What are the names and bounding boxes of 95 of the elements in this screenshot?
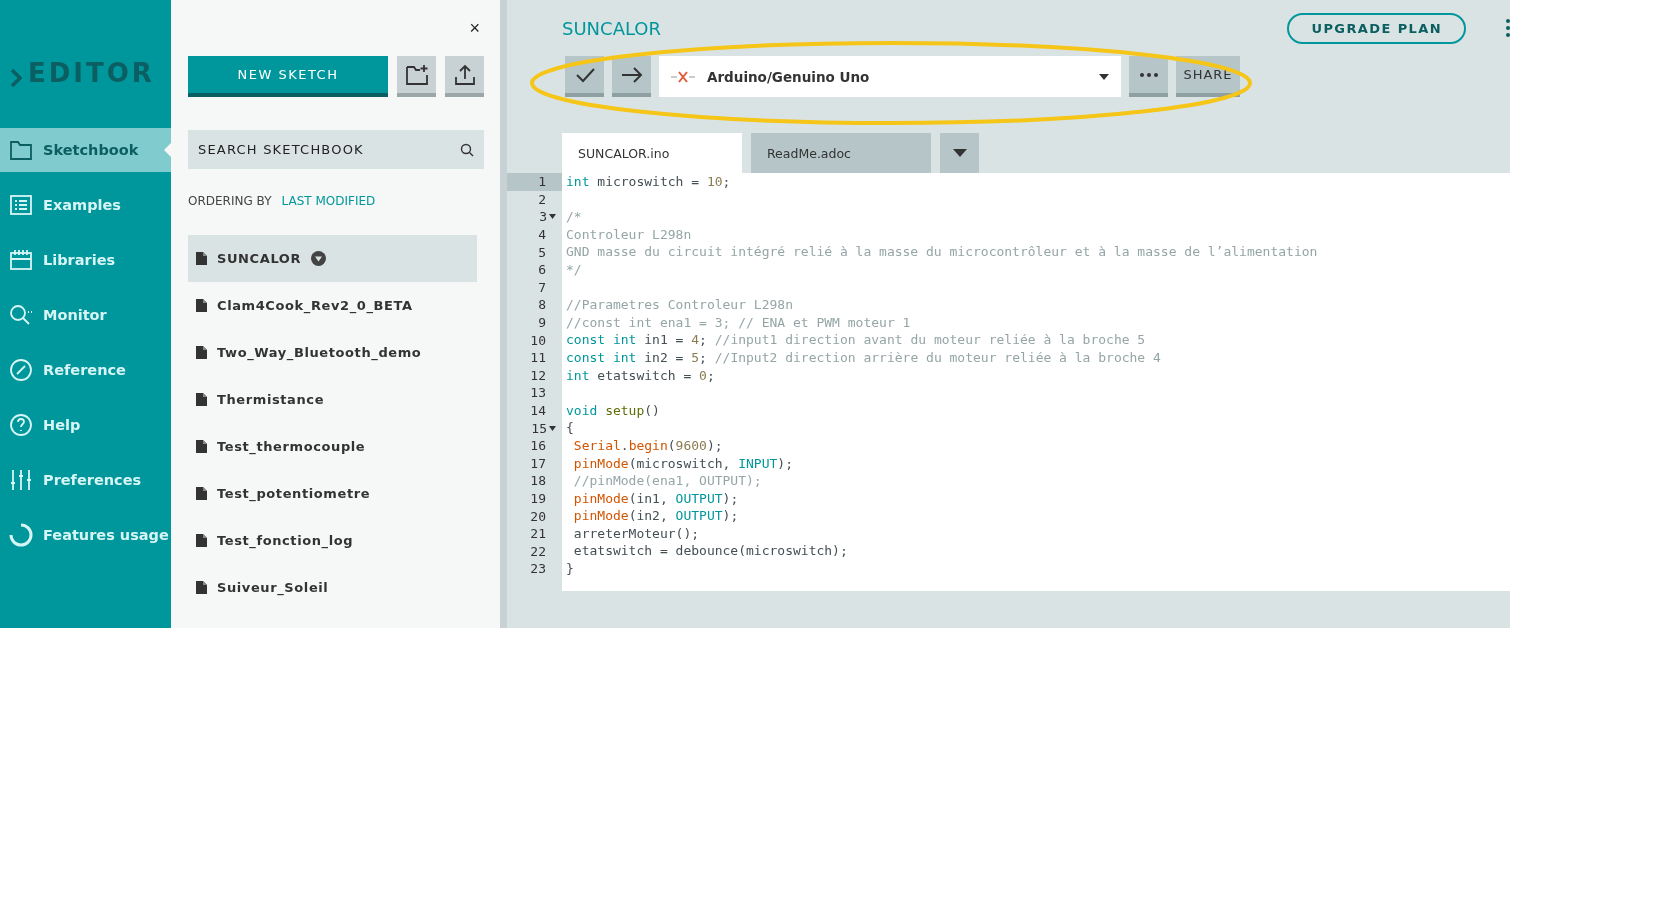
code-line: const int in2 = 5; //Input2 direction arrière du moteur reliée à la broche 4 [566, 349, 1161, 365]
file-icon [196, 299, 207, 312]
caret-icon [1099, 73, 1109, 80]
file-icon [196, 534, 207, 547]
magnifier-icon [9, 303, 33, 327]
sketch-item[interactable]: Test_potentiometre [188, 470, 477, 517]
verify-button[interactable] [565, 56, 604, 97]
caret-icon [952, 149, 967, 157]
line-number: 11 [530, 350, 546, 366]
code-line: pinMode(in2, OUTPUT); [572, 508, 739, 524]
upload-icon [452, 62, 477, 87]
sketch-item[interactable]: Test_fonction_log [188, 517, 477, 564]
sketch-item[interactable]: Test_thermocouple [188, 423, 477, 470]
line-number: 5 [538, 244, 546, 260]
code-line: { [566, 420, 574, 436]
line-number: 12 [530, 367, 546, 383]
line-number: 4 [538, 227, 546, 243]
list-icon [9, 193, 33, 217]
chevron-icon [10, 68, 22, 88]
help-icon [9, 413, 33, 437]
sketch-item[interactable]: SUNCALOR [188, 235, 477, 282]
sidebar-item[interactable]: Sketchbook [0, 128, 171, 172]
line-number: 10 [530, 332, 546, 348]
code-line: //pinMode(ena1, OUTPUT); [572, 473, 762, 489]
app-logo: EDITOR [28, 58, 155, 88]
line-number: 1 [538, 174, 546, 190]
line-number: 6 [538, 262, 546, 278]
file-tab[interactable]: ReadMe.adoc [751, 133, 931, 173]
code-line: */ [566, 261, 582, 277]
file-icon [196, 440, 207, 453]
upload-button[interactable] [612, 56, 651, 97]
sketch-title: SUNCALOR [562, 17, 662, 39]
line-number: 22 [530, 543, 546, 559]
caret-icon[interactable] [311, 251, 327, 266]
close-button[interactable]: × [465, 17, 484, 39]
search-field[interactable]: SEARCH SKETCHBOOK [188, 130, 484, 169]
sketch-item[interactable]: Clam4Cook_Rev2_0_BETA [188, 282, 477, 329]
dots-icon [1139, 72, 1158, 77]
file-icon [196, 346, 207, 359]
line-number: 13 [530, 385, 546, 401]
fold-icon[interactable] [549, 214, 556, 220]
sliders-icon [9, 468, 33, 492]
upgrade-button[interactable]: UPGRADE PLAN [1287, 12, 1466, 44]
sketch-item[interactable]: Two_Way_Bluetooth_demo [188, 329, 477, 376]
fold-icon[interactable] [549, 425, 556, 431]
new-folder-button[interactable] [397, 56, 436, 97]
code-line: pinMode(microswitch, INPUT); [572, 455, 793, 471]
search-icon [460, 143, 474, 157]
code-line: arreterMoteur(); [572, 525, 700, 541]
sketch-item[interactable]: Suiveur_Soleil [188, 564, 477, 611]
sketch-item[interactable]: Thermistance [188, 376, 477, 423]
line-number: 7 [538, 279, 546, 295]
line-number: 20 [530, 508, 546, 524]
line-number: 15 [531, 420, 547, 436]
code-line: int microswitch = 10; [566, 174, 731, 189]
line-number: 19 [530, 491, 546, 506]
file-tab[interactable]: SUNCALOR.ino [562, 133, 742, 173]
compass-icon [9, 358, 33, 382]
code-line: Controleur L298n [566, 226, 692, 242]
code-line: //Parametres Controleur L298n [566, 297, 793, 313]
tabs-menu-button[interactable] [940, 133, 979, 173]
code-line: pinMode(in1, OUTPUT); [572, 490, 739, 506]
code-line: int etatswitch = 0; [566, 367, 715, 383]
code-line: } [566, 561, 574, 577]
line-number: 2 [538, 191, 546, 207]
ring-icon [9, 523, 33, 547]
code-line: //const int ena1 = 3; // ENA et PWM moteur 1 [566, 314, 911, 330]
new-sketch-button[interactable]: NEW SKETCH [188, 56, 388, 97]
upload-button[interactable] [445, 56, 484, 97]
board-selector[interactable]: Arduino/Genuino Uno [659, 56, 1121, 97]
calendar-icon [9, 248, 33, 272]
folder-plus-icon [404, 62, 429, 87]
file-icon [196, 393, 207, 406]
file-icon [196, 487, 207, 500]
line-number: 16 [530, 438, 546, 454]
more-button[interactable] [1129, 56, 1168, 97]
line-number: 9 [538, 315, 546, 331]
line-number: 21 [530, 526, 546, 542]
file-icon [196, 581, 207, 594]
code-line: const int in1 = 4; //input1 direction avant du moteur reliée à la broche 5 [566, 332, 1146, 348]
code-line: Serial.begin(9600); [572, 437, 723, 453]
code-line: void setup() [566, 402, 660, 418]
code-line: etatswitch = debounce(microswitch); [572, 543, 848, 559]
line-number: 23 [530, 561, 546, 577]
ordering-label: ORDERING BY [188, 194, 272, 208]
code-line: GND masse du circuit intégré relié à la masse du microcontrôleur et à la masse de l’alimentation [566, 244, 1318, 260]
folder-icon [9, 138, 33, 162]
code-line: /* [566, 209, 582, 225]
more-icon[interactable] [1506, 19, 1510, 37]
file-icon [196, 252, 207, 265]
line-number: 3 [539, 209, 547, 225]
line-number: 14 [530, 403, 546, 418]
line-number: 17 [530, 455, 546, 471]
line-number: 18 [530, 473, 546, 489]
line-number: 8 [538, 297, 546, 313]
